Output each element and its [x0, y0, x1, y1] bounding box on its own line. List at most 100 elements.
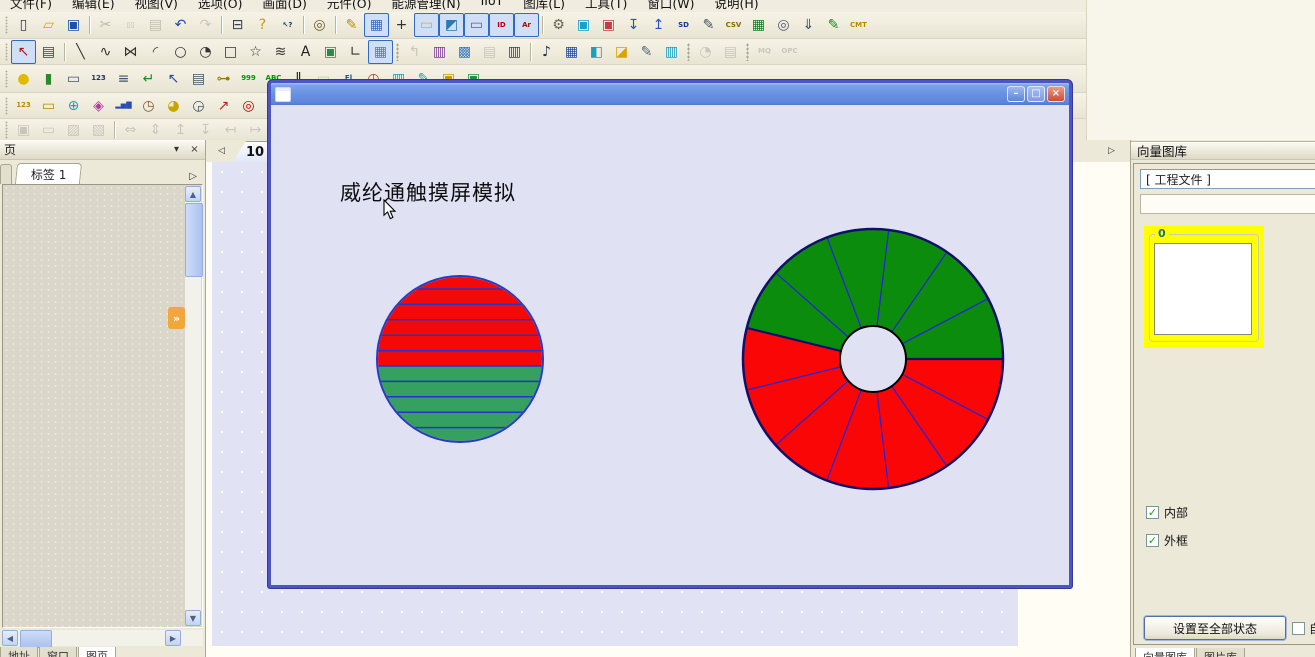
function-key-icon[interactable]: ↵ [136, 67, 161, 91]
edit-data-icon[interactable]: ✎ [696, 13, 721, 37]
arc-tool-icon[interactable]: ◜ [143, 40, 168, 64]
menu-item-7[interactable]: 能源管理(N) [382, 0, 471, 12]
picture-tool-icon[interactable]: ▣ [318, 40, 343, 64]
menu-item-5[interactable]: 画面(D) [253, 0, 317, 12]
toggle-ar-icon[interactable]: Ar [514, 13, 539, 37]
csv-export-icon[interactable]: CSV [721, 13, 746, 37]
find-icon[interactable]: ◎ [307, 13, 332, 37]
cmt-viewer-icon[interactable]: CMT [846, 13, 871, 37]
horizontal-scroll-thumb[interactable] [20, 630, 52, 648]
text-editor-icon[interactable]: ✎ [634, 40, 659, 64]
line-tool-icon[interactable]: ╲ [68, 40, 93, 64]
operation-log-icon[interactable]: ◎ [236, 94, 261, 118]
library-select[interactable]: [ 工程文件 ] [1140, 169, 1315, 189]
menu-item-11[interactable]: 窗口(W) [637, 0, 704, 12]
group-lib-icon[interactable]: ▥ [502, 40, 527, 64]
data-search-icon[interactable]: ◎ [771, 13, 796, 37]
clock-display-icon[interactable]: ◶ [186, 94, 211, 118]
menu-item-6[interactable]: 元件(O) [317, 0, 382, 12]
save-project-icon[interactable]: ▣ [61, 13, 86, 37]
undo-icon[interactable]: ↶ [168, 13, 193, 37]
multi-state-icon[interactable]: ≡ [111, 67, 136, 91]
horizontal-scrollbar[interactable]: ◀ ▶ [2, 630, 203, 646]
bar-graph-icon[interactable]: ▂▅▇ [111, 94, 136, 118]
rect-tool-icon[interactable]: □ [218, 40, 243, 64]
screen-jump-icon[interactable]: ↖ [161, 67, 186, 91]
simulation-titlebar[interactable]: – □ × [271, 83, 1069, 105]
upload-icon[interactable]: ↥ [646, 13, 671, 37]
recipe-editor-icon[interactable]: ▦ [746, 13, 771, 37]
close-button[interactable]: × [1047, 86, 1065, 102]
string-table-icon[interactable]: ◧ [584, 40, 609, 64]
word-lamp-icon[interactable]: ▮ [36, 67, 61, 91]
panel-collapse-icon[interactable]: ▾ [169, 143, 184, 157]
system-tools-icon[interactable]: ⚙ [546, 13, 571, 37]
menu-item-8[interactable]: IIoT [471, 0, 514, 12]
ellipse-tool-icon[interactable]: ○ [168, 40, 193, 64]
minimize-button[interactable]: – [1007, 86, 1025, 102]
menu-item-10[interactable]: 工具(T) [575, 0, 637, 12]
address-grabber-icon[interactable]: ▥ [427, 40, 452, 64]
text-tag-icon[interactable]: ▭ [36, 94, 61, 118]
screen-tab-next-icon[interactable]: ▷ [1104, 143, 1119, 158]
moving-shape-icon[interactable]: ⊕ [61, 94, 86, 118]
menu-item-1[interactable]: 文件(F) [0, 0, 62, 12]
simulation-screen[interactable]: 威纶通触摸屏模拟 [271, 105, 1069, 585]
numeric-tag-icon[interactable]: 123 [11, 94, 36, 118]
draw-pen-icon[interactable]: ✎ [339, 13, 364, 37]
usb-download-icon[interactable]: ⇓ [796, 13, 821, 37]
simulation-window[interactable]: – □ × 威纶通触摸屏模拟 [268, 80, 1072, 588]
select-cursor-icon[interactable]: ↖ [11, 40, 36, 64]
library-tab-1[interactable]: 向量图库 [1135, 648, 1195, 657]
dock-tab-1[interactable]: 地址 [0, 647, 38, 657]
scroll-up-button[interactable]: ▲ [185, 186, 201, 202]
scroll-right-button[interactable]: ▶ [165, 630, 181, 646]
grid-icon[interactable]: ▦ [364, 13, 389, 37]
label-lib-icon[interactable]: ◪ [609, 40, 634, 64]
flow-block-icon[interactable]: ◈ [86, 94, 111, 118]
apply-all-states-button[interactable]: 设置至全部状态 [1144, 616, 1286, 640]
numeric-display-icon[interactable]: 999 [236, 67, 261, 91]
scroll-down-button[interactable]: ▼ [185, 610, 201, 626]
checkbox-row-internal[interactable]: ✓ 内部 [1146, 504, 1188, 521]
menu-item-9[interactable]: 图库(L) [513, 0, 575, 12]
object-list-icon[interactable]: ▤ [36, 40, 61, 64]
dock-tab-3[interactable]: 图页 [78, 647, 116, 657]
help-icon[interactable]: ? [250, 13, 275, 37]
online-simulation-icon[interactable]: ▣ [571, 13, 596, 37]
internal-checkbox[interactable]: ✓ [1146, 506, 1159, 519]
menu-item-2[interactable]: 编辑(E) [62, 0, 125, 12]
dock-tab-2[interactable]: 窗口 [39, 647, 77, 657]
scale-tool-icon[interactable]: ≋ [268, 40, 293, 64]
toggle-switch-icon[interactable]: ▭ [61, 67, 86, 91]
maximize-button[interactable]: □ [1027, 86, 1045, 102]
vertical-scrollbar[interactable]: ▲ ▼ [185, 186, 201, 626]
key-object-icon[interactable]: ⊶ [211, 67, 236, 91]
bezier-tool-icon[interactable]: ∿ [93, 40, 118, 64]
note-book-icon[interactable]: ▤ [186, 67, 211, 91]
panel-close-icon[interactable]: × [187, 143, 202, 157]
sound-lib-icon[interactable]: ♪ [534, 40, 559, 64]
left-panel-content[interactable]: » ▲ ▼ [2, 184, 203, 628]
screen-tab-prev-icon[interactable]: ◁ [214, 143, 229, 158]
trend-display-icon[interactable]: ↗ [211, 94, 236, 118]
window-copy-icon[interactable]: ▭ [414, 13, 439, 37]
window-layers-icon[interactable]: ◩ [439, 13, 464, 37]
context-help-icon[interactable]: ↖? [275, 13, 300, 37]
print-icon[interactable]: ⊟ [225, 13, 250, 37]
picture-manager-icon[interactable]: ▩ [452, 40, 477, 64]
numeric-input-icon[interactable]: 123 [86, 67, 111, 91]
tab-scroll-right-icon[interactable]: ▷ [189, 168, 197, 184]
snap-icon[interactable]: + [389, 13, 414, 37]
new-file-icon[interactable]: ▯ [11, 13, 36, 37]
menu-item-3[interactable]: 视图(V) [125, 0, 188, 12]
frame-checkbox[interactable]: ✓ [1146, 534, 1159, 547]
checkbox-row-frame[interactable]: ✓ 外框 [1146, 532, 1188, 549]
library-item-0[interactable]: 0 [1144, 226, 1264, 348]
menu-item-4[interactable]: 选项(O) [188, 0, 253, 12]
polygon-tool-icon[interactable]: ☆ [243, 40, 268, 64]
auto-checkbox[interactable] [1292, 622, 1305, 635]
library-filter-input[interactable] [1140, 194, 1315, 214]
label-comment-icon[interactable]: ▭ [464, 13, 489, 37]
sd-card-icon[interactable]: SD [671, 13, 696, 37]
